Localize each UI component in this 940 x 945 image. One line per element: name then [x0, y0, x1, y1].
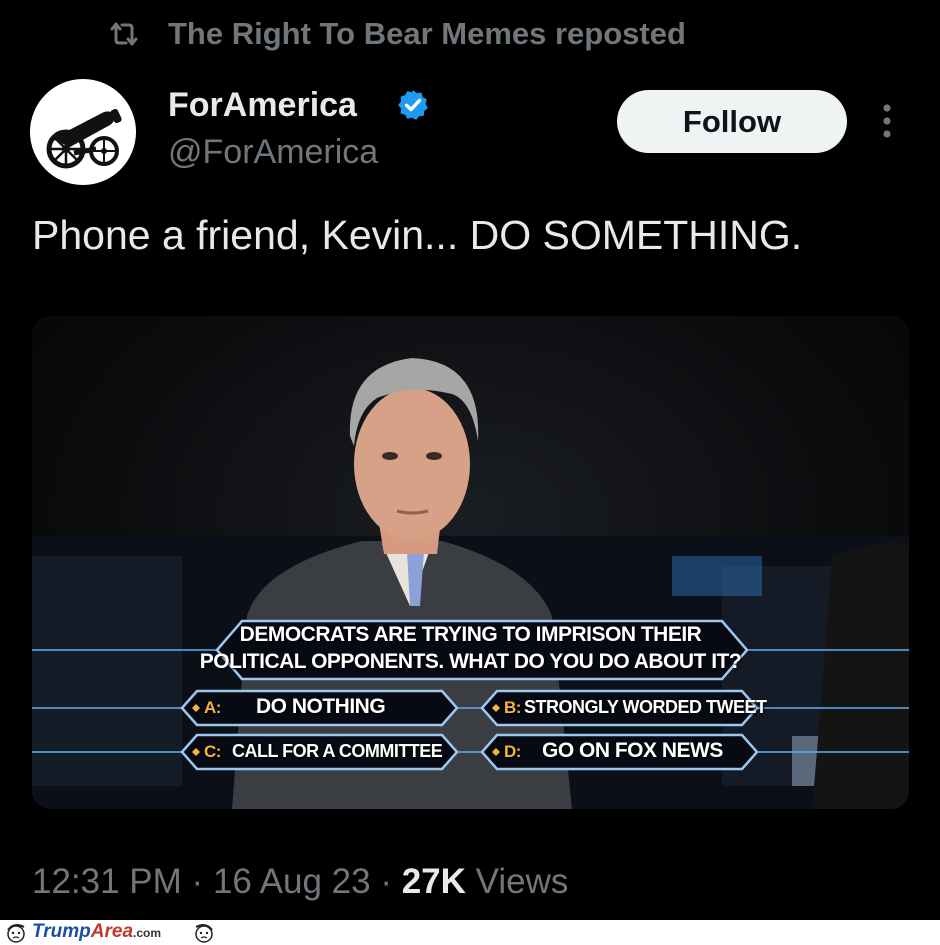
- face-icon: [7, 924, 25, 943]
- watermark-domain: .com: [133, 926, 162, 940]
- tweet-date[interactable]: 16 Aug 23: [213, 862, 371, 901]
- answer-a-text: DO NOTHING: [256, 695, 386, 718]
- answer-d-text: GO ON FOX NEWS: [542, 739, 723, 762]
- tweet-meta: 12:31 PM · 16 Aug 23 · 27K Views: [32, 862, 568, 902]
- watermark-brand-b: Area: [90, 921, 134, 942]
- question-line-2: POLITICAL OPPONENTS. WHAT DO YOU DO ABOU…: [199, 650, 742, 673]
- answer-a-letter: A:: [204, 698, 221, 717]
- avatar[interactable]: [30, 79, 136, 185]
- tweet-image[interactable]: DEMOCRATS ARE TRYING TO IMPRISON THEIR P…: [32, 316, 909, 809]
- repost-icon: [110, 22, 138, 46]
- watermark-logo: TrumpArea.com: [32, 921, 161, 943]
- cannon-icon: [46, 108, 122, 169]
- views-label: Views: [475, 862, 569, 901]
- follow-button[interactable]: Follow: [617, 90, 847, 153]
- answer-c-letter: C:: [204, 742, 221, 761]
- meta-separator: ·: [191, 862, 204, 901]
- watermark-bar: TrumpArea.com: [0, 920, 940, 945]
- meme-scene: [32, 358, 909, 809]
- handle[interactable]: @ForAmerica: [168, 133, 378, 172]
- more-vertical-icon[interactable]: [872, 101, 902, 141]
- answer-c-text: CALL FOR A COMMITTEE: [232, 741, 443, 761]
- answer-b-letter: B:: [504, 698, 521, 717]
- answer-d-letter: D:: [504, 742, 521, 761]
- meta-separator: ·: [380, 862, 392, 901]
- verified-badge-icon: [398, 90, 428, 120]
- answer-b-text: STRONGLY WORDED TWEET: [524, 697, 767, 717]
- face-icon: [195, 924, 213, 943]
- question-line-1: DEMOCRATS ARE TRYING TO IMPRISON THEIR: [239, 623, 702, 646]
- tweet-text: Phone a friend, Kevin... DO SOMETHING.: [32, 212, 803, 258]
- tweet-time[interactable]: 12:31 PM: [32, 862, 182, 901]
- repost-label[interactable]: The Right To Bear Memes reposted: [168, 16, 686, 52]
- watermark-brand-a: Trump: [32, 921, 91, 942]
- views-count: 27K: [401, 862, 466, 901]
- display-name[interactable]: ForAmerica: [168, 86, 357, 125]
